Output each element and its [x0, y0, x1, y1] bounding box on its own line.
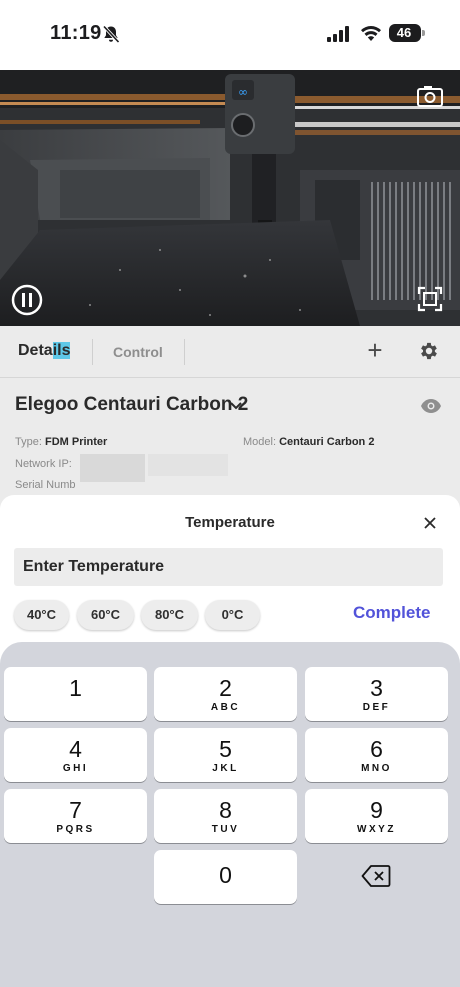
key-digit: 7	[69, 797, 82, 823]
key-letters: WXYZ	[357, 824, 396, 835]
temperature-input[interactable]	[14, 548, 443, 586]
key-9[interactable]: 9 WXYZ	[305, 789, 448, 843]
key-letters: ABC	[210, 702, 241, 713]
battery-level: 46	[396, 25, 412, 40]
key-letters: GHI	[62, 763, 89, 774]
tab-details-label-highlight: ils	[52, 342, 71, 359]
key-digit: 0	[219, 862, 232, 888]
key-digit: 4	[69, 736, 82, 762]
nozzle-logo: ∞	[238, 85, 248, 99]
key-letters: MNO	[361, 763, 392, 774]
tab-details-label-start: Deta	[18, 342, 53, 359]
printer-type: Type: FDM Printer	[15, 436, 107, 448]
camera-feed[interactable]: ∞	[0, 70, 460, 326]
model-label: Model:	[243, 436, 277, 448]
status-time: 11:19	[50, 22, 102, 44]
serial-number-label: Serial Numb	[15, 479, 76, 491]
key-4[interactable]: 4 GHI	[4, 728, 147, 782]
key-digit: 1	[69, 675, 82, 701]
key-digit: 3	[370, 675, 383, 701]
preset-chip-60[interactable]: 60°C	[77, 600, 134, 630]
tab-divider	[184, 339, 185, 365]
gear-icon[interactable]	[418, 340, 440, 362]
key-letters: TUV	[211, 824, 240, 835]
key-1[interactable]: 1	[4, 667, 147, 721]
tab-bar: Details Control +	[0, 326, 460, 378]
bell-slash-icon	[102, 25, 120, 44]
key-5[interactable]: 5 JKL	[154, 728, 297, 782]
key-digit: 6	[370, 736, 383, 762]
key-digit: 8	[219, 797, 232, 823]
printer-model: Model: Centauri Carbon 2	[243, 436, 374, 448]
snapshot-camera-icon[interactable]	[416, 84, 444, 108]
key-7[interactable]: 7 PQRS	[4, 789, 147, 843]
tab-control[interactable]: Control	[113, 344, 163, 360]
complete-button[interactable]: Complete	[353, 603, 430, 623]
type-value: FDM Printer	[44, 436, 108, 448]
chevron-down-icon[interactable]	[229, 400, 243, 412]
plus-icon[interactable]: +	[364, 337, 386, 364]
sheet-title: Temperature	[185, 514, 275, 531]
camera-image: ∞	[0, 70, 460, 326]
eye-icon[interactable]	[420, 398, 442, 414]
status-bar: 11:19 46	[0, 0, 460, 70]
model-value: Centauri Carbon 2	[279, 436, 375, 448]
preset-chip-40[interactable]: 40°C	[14, 600, 69, 630]
battery-icon: 46	[389, 24, 425, 42]
key-letters: DEF	[362, 702, 391, 713]
preset-chip-80[interactable]: 80°C	[141, 600, 198, 630]
temperature-sheet: Temperature 40°C 60°C 80°C 0°C Complete	[0, 495, 460, 645]
key-2[interactable]: 2 ABC	[154, 667, 297, 721]
key-8[interactable]: 8 TUV	[154, 789, 297, 843]
redacted-ip	[80, 454, 145, 482]
key-0[interactable]: 0	[154, 850, 297, 904]
key-digit: 5	[219, 736, 232, 762]
fullscreen-icon[interactable]	[417, 286, 443, 312]
backspace-icon[interactable]	[361, 864, 391, 888]
key-digit: 9	[370, 797, 383, 823]
close-icon[interactable]	[421, 514, 439, 532]
key-letters: JKL	[212, 763, 239, 774]
preset-chip-0[interactable]: 0°C	[205, 600, 260, 630]
printer-name[interactable]: Elegoo Centauri Carbon 2	[15, 394, 248, 416]
key-3[interactable]: 3 DEF	[305, 667, 448, 721]
tab-divider	[92, 339, 93, 365]
redacted-ip-extra	[148, 454, 228, 476]
key-6[interactable]: 6 MNO	[305, 728, 448, 782]
key-digit: 2	[219, 675, 232, 701]
tab-details[interactable]: Details	[18, 342, 71, 360]
printer-info: Elegoo Centauri Carbon 2 Type: FDM Print…	[0, 378, 460, 508]
wifi-icon	[361, 26, 381, 41]
pause-icon[interactable]	[11, 284, 43, 316]
network-ip-label: Network IP:	[15, 458, 72, 470]
cellular-signal-icon	[327, 26, 349, 42]
type-label: Type:	[15, 436, 42, 448]
key-letters: PQRS	[56, 824, 95, 835]
